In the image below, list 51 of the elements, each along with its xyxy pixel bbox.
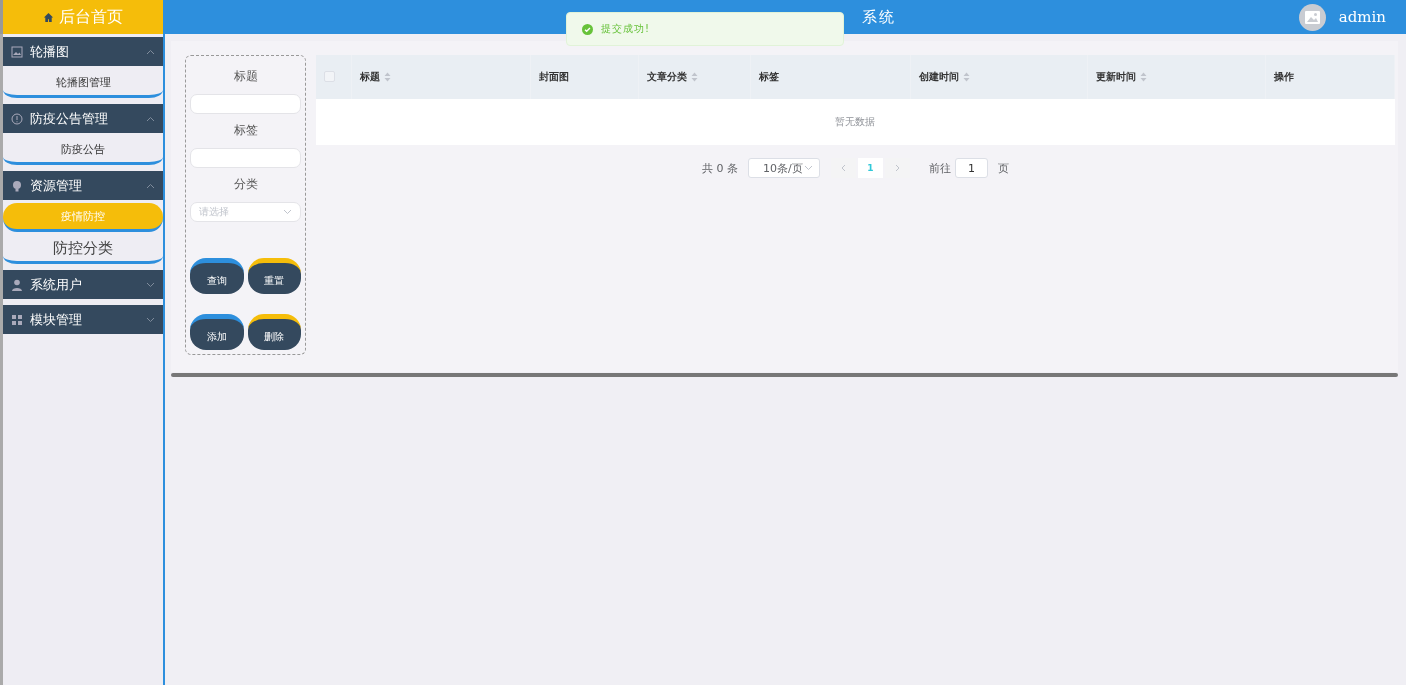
menu-group-header[interactable]: 系统用户: [3, 270, 163, 299]
column-header[interactable]: 标题: [359, 70, 391, 84]
system-title: 系统: [862, 7, 896, 27]
field-label: 分类: [232, 176, 259, 193]
chevron-down-icon: [804, 165, 813, 171]
sort-icon[interactable]: [962, 72, 970, 82]
menu-group-header[interactable]: 防疫公告管理: [3, 104, 163, 133]
input-field[interactable]: [190, 94, 301, 114]
image-icon: [11, 45, 23, 58]
check-circle-icon: [582, 23, 593, 35]
column-header[interactable]: 创建时间: [918, 70, 970, 84]
page-unit: 页: [998, 160, 1009, 176]
user-icon: [11, 278, 23, 291]
column-header: 操作: [1273, 70, 1294, 84]
action-button[interactable]: 添加: [190, 314, 244, 350]
action-button[interactable]: 重置: [247, 258, 301, 294]
scrollbar[interactable]: [171, 373, 1398, 377]
column-header: 封面图: [538, 70, 569, 84]
goto-page-field[interactable]: 1: [955, 158, 988, 178]
sort-icon[interactable]: [383, 72, 391, 82]
column-header[interactable]: 更新时间: [1096, 70, 1148, 84]
success-toast: 提交成功!: [566, 12, 844, 46]
column-header: 标签: [758, 70, 779, 84]
goto-label: 前往: [929, 160, 951, 176]
field-label: 标题: [232, 68, 259, 85]
input-field[interactable]: [190, 148, 301, 168]
menu-group-header[interactable]: 模块管理: [3, 305, 163, 334]
action-button[interactable]: 删除: [247, 314, 301, 350]
grid-icon: [11, 313, 23, 326]
column-header[interactable]: 文章分类: [647, 70, 699, 84]
chevron-left-icon: [841, 164, 846, 172]
total-count: 共 0 条: [702, 160, 738, 176]
avatar-icon[interactable]: [1298, 3, 1326, 31]
page-size-select[interactable]: 10条/页: [748, 158, 820, 178]
home-icon: [43, 11, 54, 23]
sort-icon[interactable]: [1140, 72, 1148, 82]
chevron-up-icon: [146, 115, 155, 122]
sort-icon[interactable]: [691, 72, 699, 82]
info-icon: [11, 112, 23, 125]
menu-group-header[interactable]: 轮播图: [3, 37, 163, 66]
chevron-down-icon: [146, 281, 155, 288]
menu-group-header[interactable]: 资源管理: [3, 171, 163, 200]
action-button[interactable]: 查询: [190, 258, 244, 294]
chevron-down-icon: [283, 209, 292, 215]
empty-text: 暂无数据: [835, 116, 876, 127]
chevron-down-icon: [146, 316, 155, 323]
bulb-icon: [11, 179, 23, 192]
field-label: 标签: [232, 122, 259, 139]
chevron-right-icon: [895, 164, 900, 172]
chevron-up-icon: [146, 48, 155, 55]
chevron-up-icon: [146, 182, 155, 189]
